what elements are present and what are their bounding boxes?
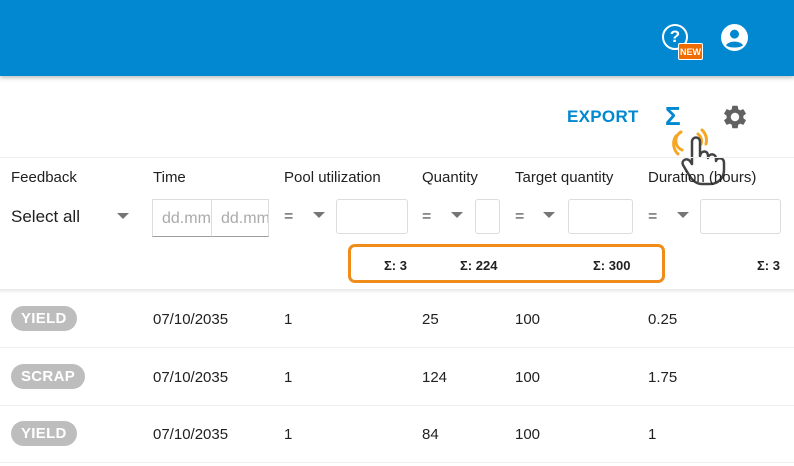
duration-operator-select[interactable]: = — [648, 208, 657, 226]
cell-quantity: 84 — [422, 426, 439, 443]
table-row[interactable]: YIELD 07/10/2035 1 84 100 1 — [0, 405, 794, 463]
cell-target: 100 — [515, 369, 541, 386]
pool-operator-select[interactable]: = — [284, 208, 293, 226]
new-badge: NEW — [678, 43, 703, 60]
cell-quantity: 25 — [422, 311, 439, 328]
table-row[interactable]: SCRAP 07/10/2035 1 124 100 1.75 — [0, 348, 794, 406]
chevron-down-icon[interactable] — [451, 212, 463, 218]
target-filter-input[interactable] — [568, 199, 633, 234]
feedback-chip: SCRAP — [11, 364, 86, 389]
sum-quantity: Σ: 224 — [460, 258, 498, 273]
toolbar-divider — [0, 157, 794, 158]
date-from-input[interactable]: dd.mm.yyyy — [152, 199, 212, 237]
quantity-filter-input[interactable] — [475, 199, 500, 234]
chevron-down-icon[interactable] — [677, 212, 689, 218]
column-header-quantity[interactable]: Quantity — [422, 169, 478, 186]
cell-pool: 1 — [284, 426, 293, 443]
chevron-down-icon[interactable] — [117, 213, 129, 219]
cell-quantity: 124 — [422, 369, 448, 386]
cell-duration: 1.75 — [648, 369, 678, 386]
feedback-chip: YIELD — [11, 306, 77, 331]
cell-target: 100 — [515, 311, 541, 328]
feedback-chip: YIELD — [11, 421, 77, 446]
sum-target-quantity: Σ: 300 — [593, 258, 631, 273]
cell-time: 07/10/2035 — [153, 426, 229, 443]
date-to-input[interactable]: dd.mm.yyyy — [211, 199, 269, 237]
chevron-down-icon[interactable] — [543, 212, 555, 218]
app-bar: ? NEW — [0, 0, 794, 76]
column-header-time[interactable]: Time — [153, 169, 186, 186]
cell-pool: 1 — [284, 369, 293, 386]
cell-duration: 1 — [648, 426, 657, 443]
quantity-operator-select[interactable]: = — [422, 208, 431, 226]
duration-filter-input[interactable] — [700, 199, 781, 234]
cell-time: 07/10/2035 — [153, 369, 229, 386]
chevron-down-icon[interactable] — [313, 212, 325, 218]
target-operator-select[interactable]: = — [515, 208, 524, 226]
cell-target: 100 — [515, 426, 541, 443]
column-header-duration[interactable]: Duration (hours) — [648, 169, 756, 186]
column-header-target-quantity[interactable]: Target quantity — [515, 169, 613, 186]
table-row[interactable]: YIELD 07/10/2035 1 25 100 0.25 — [0, 290, 794, 348]
export-button[interactable]: EXPORT — [567, 107, 639, 127]
cell-pool: 1 — [284, 311, 293, 328]
pool-filter-input[interactable] — [336, 199, 408, 234]
feedback-filter-select[interactable]: Select all — [11, 207, 80, 227]
sum-pool-utilization: Σ: 3 — [384, 258, 407, 273]
column-header-pool-utilization[interactable]: Pool utilization — [284, 169, 381, 186]
sum-duration: Σ: 3 — [757, 258, 780, 273]
column-header-feedback[interactable]: Feedback — [11, 169, 77, 186]
account-icon[interactable] — [721, 24, 748, 51]
cell-duration: 0.25 — [648, 311, 678, 328]
cell-time: 07/10/2035 — [153, 311, 229, 328]
